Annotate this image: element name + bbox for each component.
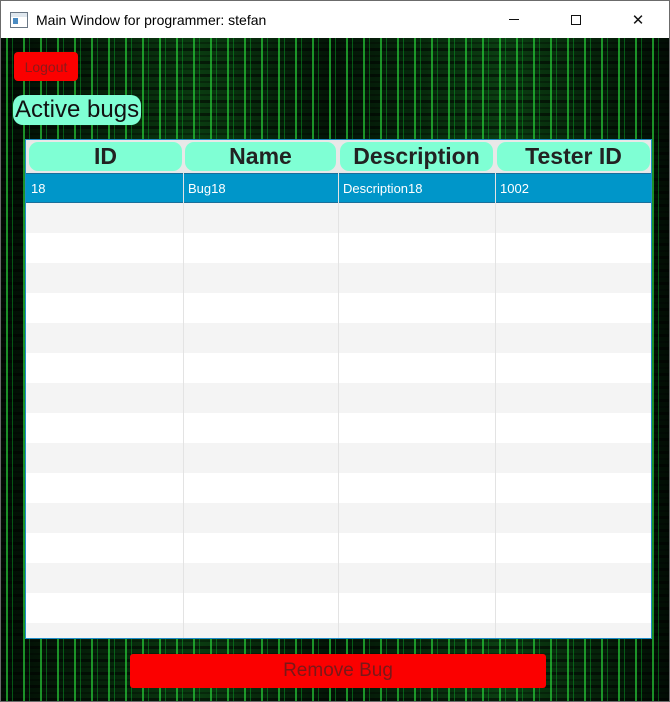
cell-name: Bug18 xyxy=(188,180,226,196)
bugs-table[interactable]: ID Name Description Tester ID 18 Bug18 Des… xyxy=(25,139,652,639)
active-bugs-label: Active bugs xyxy=(13,95,142,125)
logout-button[interactable]: Logout xyxy=(14,52,78,81)
minimize-icon xyxy=(509,19,519,20)
maximize-icon xyxy=(571,14,581,25)
cell-id: 18 xyxy=(31,180,46,196)
cell-tester-id: 1002 xyxy=(500,180,529,196)
close-button[interactable]: ✕ xyxy=(607,1,669,38)
column-header-name[interactable]: Name xyxy=(185,142,336,171)
column-divider xyxy=(338,173,339,638)
window-controls: ✕ xyxy=(483,1,669,38)
cell-description: Description18 xyxy=(343,180,423,196)
table-header: ID Name Description Tester ID xyxy=(26,140,651,173)
app-icon xyxy=(10,11,28,28)
column-header-description[interactable]: Description xyxy=(340,142,493,171)
window-title: Main Window for programmer: stefan xyxy=(36,11,267,28)
matrix-background: Logout Active bugs ID Name Description T… xyxy=(1,38,669,701)
close-icon: ✕ xyxy=(631,11,645,29)
title-bar[interactable]: Main Window for programmer: stefan ✕ xyxy=(1,1,669,38)
maximize-button[interactable] xyxy=(545,1,607,38)
column-divider xyxy=(495,173,496,638)
minimize-button[interactable] xyxy=(483,1,545,38)
main-window: Main Window for programmer: stefan ✕ Log… xyxy=(0,0,670,702)
column-header-tester-id[interactable]: Tester ID xyxy=(497,142,650,171)
column-divider xyxy=(183,173,184,638)
remove-bug-button[interactable]: Remove Bug xyxy=(130,654,546,688)
column-header-id[interactable]: ID xyxy=(29,142,182,171)
